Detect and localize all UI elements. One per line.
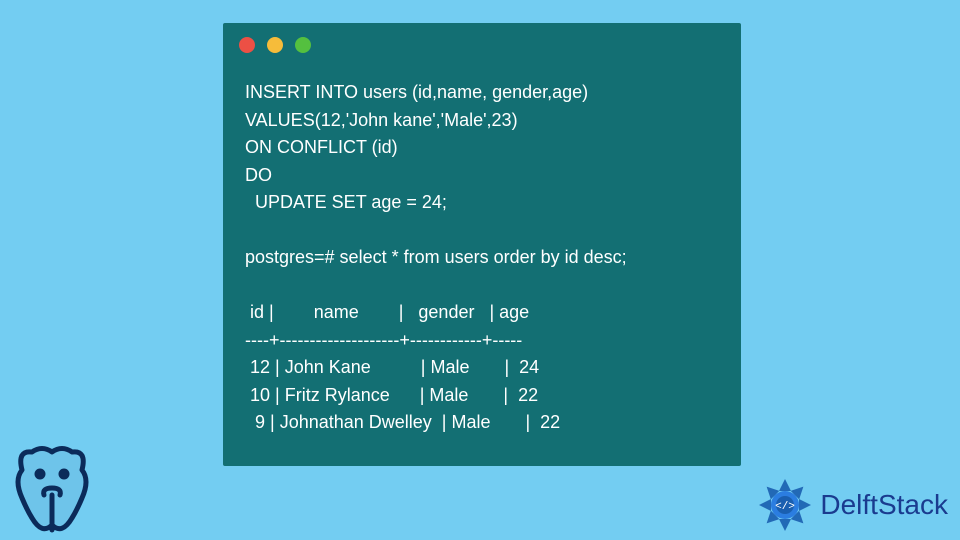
brand: </> DelftStack bbox=[756, 476, 948, 534]
brand-name: DelftStack bbox=[820, 489, 948, 521]
svg-text:</>: </> bbox=[775, 501, 795, 513]
terminal-window: INSERT INTO users (id,name, gender,age) … bbox=[223, 23, 741, 466]
titlebar bbox=[223, 23, 741, 67]
minimize-icon bbox=[267, 37, 283, 53]
maximize-icon bbox=[295, 37, 311, 53]
delftstack-logo-icon: </> bbox=[756, 476, 814, 534]
close-icon bbox=[239, 37, 255, 53]
terminal-output: INSERT INTO users (id,name, gender,age) … bbox=[223, 67, 741, 437]
postgresql-logo-icon bbox=[2, 440, 102, 540]
